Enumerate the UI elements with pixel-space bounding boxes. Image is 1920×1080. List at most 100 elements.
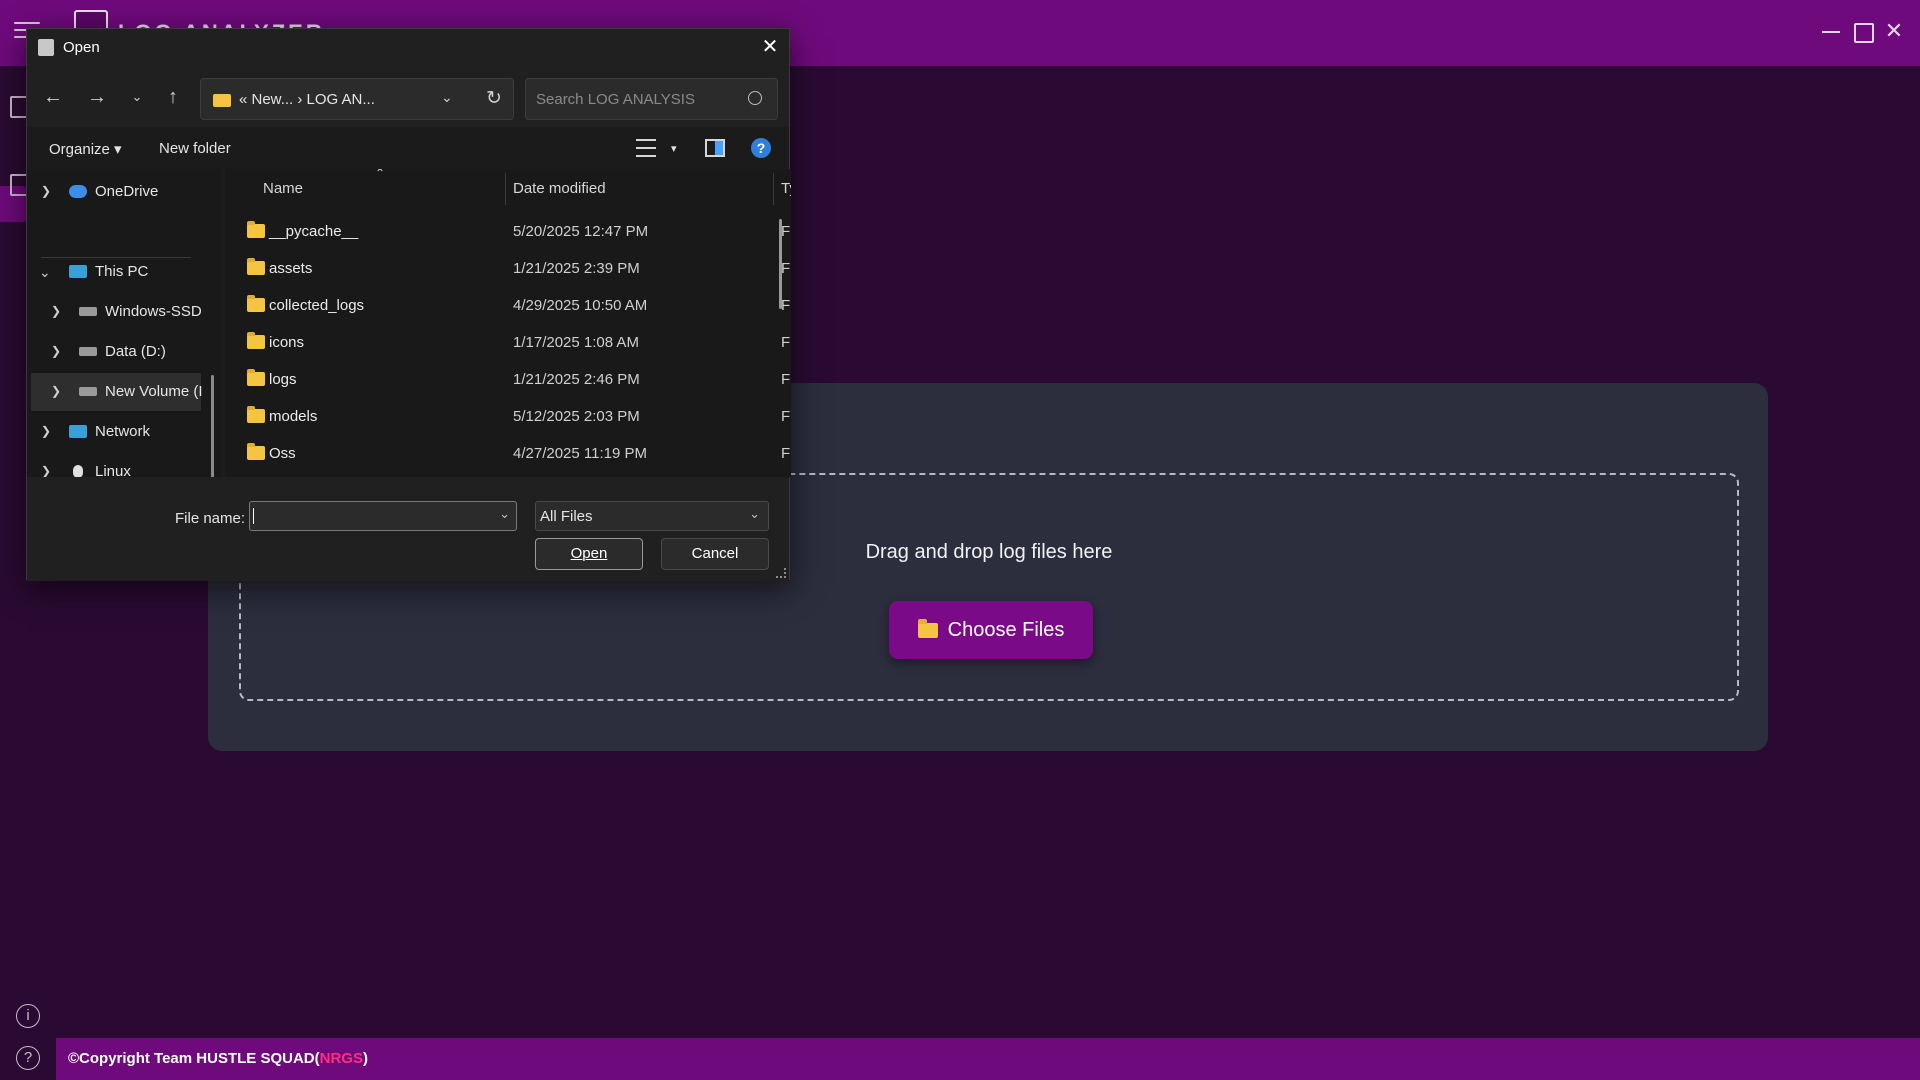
- file-row[interactable]: __pycache__ 5/20/2025 12:47 PM Fil: [225, 212, 791, 249]
- chevron-right-icon[interactable]: ❯: [41, 424, 51, 438]
- new-folder-button[interactable]: New folder: [159, 140, 231, 157]
- file-name: collected_logs: [269, 297, 365, 314]
- close-app-button[interactable]: ✕: [1883, 20, 1905, 42]
- view-dropdown-icon[interactable]: ▾: [671, 142, 677, 155]
- file-row[interactable]: models 5/12/2025 2:03 PM Fil: [225, 397, 791, 434]
- chevron-down-icon[interactable]: ⌄: [749, 506, 760, 522]
- footer: ©Copyright Team HUSTLE SQUAD(NRGS): [56, 1038, 1920, 1080]
- breadcrumb[interactable]: « New... › LOG AN...: [239, 91, 375, 108]
- forward-arrow-icon[interactable]: →: [85, 85, 109, 109]
- file-type: Fil: [781, 408, 791, 425]
- file-row[interactable]: assets 1/21/2025 2:39 PM Fil: [225, 249, 791, 286]
- folder-icon: [247, 258, 265, 275]
- file-name-label: File name:: [175, 510, 246, 527]
- file-date: 5/20/2025 12:47 PM: [513, 223, 649, 240]
- file-type: Fil: [781, 223, 791, 240]
- nav-item-windows-ssd[interactable]: ❯ Windows-SSD: [27, 293, 202, 331]
- sort-ascending-icon: ⌃: [375, 169, 386, 180]
- chevron-right-icon[interactable]: ❯: [51, 304, 61, 318]
- folder-icon: [247, 332, 265, 349]
- nav-item-label: Linux: [95, 463, 131, 477]
- file-name-input[interactable]: ⌄: [249, 501, 517, 531]
- choose-files-button[interactable]: Choose Files: [889, 601, 1093, 659]
- file-type: Fil: [781, 334, 791, 351]
- nav-item-onedrive[interactable]: ❯ OneDrive: [27, 173, 197, 211]
- nav-scrollbar[interactable]: [211, 375, 214, 477]
- dialog-close-button[interactable]: ✕: [757, 34, 783, 60]
- file-name: models: [269, 408, 318, 425]
- file-type-value: All Files: [540, 508, 593, 525]
- folder-icon: [247, 295, 265, 312]
- back-arrow-icon[interactable]: ←: [41, 85, 65, 109]
- organize-button[interactable]: Organize ▾: [49, 140, 122, 158]
- minimize-button[interactable]: [1820, 20, 1842, 42]
- folder-icon: [247, 443, 265, 460]
- view-options-icon[interactable]: [636, 139, 656, 157]
- up-arrow-icon[interactable]: ↑: [161, 85, 185, 109]
- chevron-right-icon[interactable]: ❯: [41, 184, 51, 198]
- dialog-navbar: ← → ⌄ ↑ « New... › LOG AN... ⌄ ↻ Search …: [27, 67, 789, 127]
- file-row[interactable]: logs 1/21/2025 2:46 PM Fil: [225, 360, 791, 397]
- dialog-titlebar: Open ✕: [27, 29, 789, 67]
- chevron-down-icon[interactable]: ⌄: [499, 506, 510, 522]
- folder-icon: [247, 369, 265, 386]
- open-button[interactable]: Open: [535, 538, 643, 570]
- file-row[interactable]: Oss 4/27/2025 11:19 PM Fil: [225, 434, 791, 471]
- address-bar[interactable]: « New... › LOG AN... ⌄ ↻: [200, 78, 514, 120]
- file-type: Fil: [781, 445, 791, 462]
- search-input[interactable]: Search LOG ANALYSIS: [525, 78, 778, 120]
- column-divider[interactable]: [505, 173, 506, 205]
- nav-item-label: Network: [95, 423, 151, 440]
- file-name: assets: [269, 260, 313, 277]
- chevron-down-icon[interactable]: ⌄: [39, 264, 51, 281]
- file-row[interactable]: collected_logs 4/29/2025 10:50 AM Fil: [225, 286, 791, 323]
- search-placeholder: Search LOG ANALYSIS: [536, 91, 695, 108]
- copyright-text: ©Copyright Team HUSTLE SQUAD(NRGS): [68, 1050, 368, 1067]
- drive-icon: [79, 387, 97, 396]
- file-row[interactable]: icons 1/17/2025 1:08 AM Fil: [225, 323, 791, 360]
- folder-icon: [247, 406, 265, 423]
- folder-icon: [247, 221, 265, 238]
- nav-item-label: Data (D:): [105, 343, 166, 360]
- info-icon[interactable]: i: [16, 1004, 40, 1028]
- file-type: Fil: [781, 297, 791, 314]
- file-date: 1/21/2025 2:39 PM: [513, 260, 640, 277]
- chevron-right-icon[interactable]: ❯: [51, 384, 61, 398]
- nav-item-this-pc[interactable]: ⌄ This PC: [27, 253, 197, 291]
- help-icon[interactable]: ?: [16, 1046, 40, 1070]
- chevron-right-icon[interactable]: ❯: [51, 344, 61, 358]
- pc-icon: [69, 265, 87, 278]
- folder-icon: [213, 94, 231, 107]
- nav-item-network[interactable]: ❯ Network: [27, 413, 197, 451]
- column-header-type[interactable]: Ty: [781, 180, 791, 220]
- network-icon: [69, 425, 87, 438]
- file-type-select[interactable]: All Files ⌄: [535, 501, 769, 531]
- file-list: Name ⌃ Date modified Ty __pycache__ 5/20…: [225, 169, 791, 477]
- nav-item-new-volume[interactable]: ❯ New Volume (I: [31, 373, 203, 411]
- maximize-button[interactable]: [1851, 20, 1874, 43]
- file-list-vertical-scrollbar[interactable]: [779, 219, 782, 309]
- recent-locations-icon[interactable]: ⌄: [125, 85, 149, 109]
- cancel-button[interactable]: Cancel: [661, 538, 769, 570]
- file-name: logs: [269, 371, 297, 388]
- resize-grip-icon[interactable]: [776, 568, 786, 578]
- file-date: 1/21/2025 2:46 PM: [513, 371, 640, 388]
- refresh-icon[interactable]: ↻: [486, 87, 502, 110]
- address-dropdown-icon[interactable]: ⌄: [441, 89, 453, 106]
- nav-item-data-d[interactable]: ❯ Data (D:): [27, 333, 197, 371]
- column-divider[interactable]: [773, 173, 774, 205]
- search-icon[interactable]: [748, 91, 762, 105]
- file-date: 4/29/2025 10:50 AM: [513, 297, 648, 314]
- nav-item-label: Windows-SSD: [105, 303, 202, 320]
- nav-item-label: OneDrive: [95, 183, 159, 200]
- file-name: icons: [269, 334, 305, 351]
- preview-pane-icon[interactable]: [705, 139, 725, 157]
- file-date: 5/12/2025 2:03 PM: [513, 408, 640, 425]
- nav-item-linux[interactable]: ❯ Linux: [27, 453, 197, 477]
- nav-item-label: This PC: [95, 263, 149, 280]
- text-caret: [253, 508, 254, 524]
- file-type: Fil: [781, 371, 791, 388]
- choose-files-label: Choose Files: [947, 618, 1065, 641]
- chevron-right-icon[interactable]: ❯: [41, 464, 51, 477]
- dialog-help-icon[interactable]: ?: [751, 138, 771, 158]
